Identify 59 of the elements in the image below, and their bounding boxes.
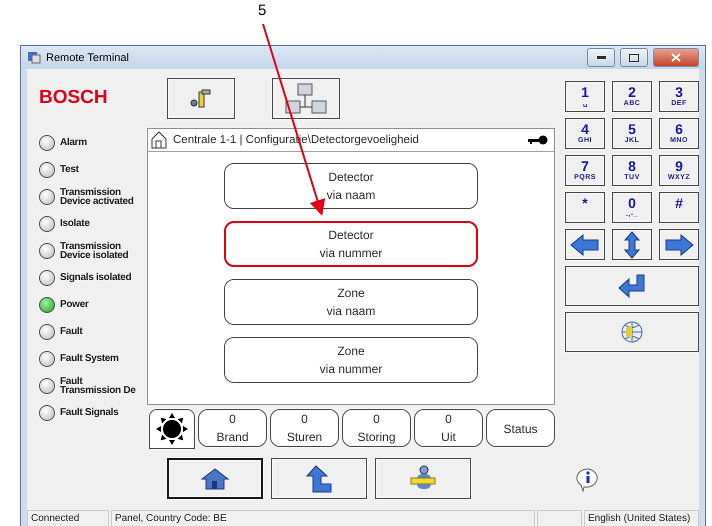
status-cell: Panel, Country Code: BE [110,510,536,526]
language-key[interactable] [565,312,699,352]
counter-button[interactable]: 0 Storing [342,409,411,447]
app-icon [27,51,41,64]
annotation-number: 5 [258,2,266,19]
counter-button[interactable]: 0 Brand [198,409,267,447]
indicator-label: Isolate [60,219,90,228]
indicator-label: Fault Transmission De [60,376,136,394]
sun-icon [155,412,189,446]
minimize-icon [596,56,606,59]
network-button[interactable] [272,78,340,119]
indicator-label: Fault [60,327,82,336]
up-arrow-icon [306,464,332,492]
globe-icon [620,320,644,344]
close-icon [671,53,681,62]
day-mode-button[interactable] [149,409,195,449]
minimize-button[interactable] [587,48,615,67]
indicator-label: Fault System [60,354,119,363]
indicator-label: Fault Signals [60,408,118,417]
left-arrow-key[interactable] [565,229,605,260]
up-button[interactable] [271,458,367,499]
right-arrow-icon [664,234,694,256]
keypad-key[interactable]: # [659,192,699,223]
indicator-label: Power [60,300,89,309]
indicator-label: Alarm [60,138,87,147]
maximize-button[interactable] [620,48,648,67]
status-panel [537,510,582,526]
status-cell: English (United States) [584,510,699,526]
counter-button[interactable]: 0 Uit [414,409,483,447]
left-arrow-icon [570,234,600,256]
menu-option[interactable]: Zone via naam [224,279,478,325]
window-title: Remote Terminal [46,52,129,64]
indicator-label: Test [60,165,79,174]
up-down-arrow-icon [624,230,640,258]
key-icon [528,135,548,145]
house-icon [200,466,230,490]
enter-key[interactable] [565,266,699,306]
menu-option[interactable]: Detector via nummer [224,221,478,267]
keypad-key[interactable]: * [565,192,605,223]
tools-icon [190,88,212,108]
counter-button[interactable]: 0 Sturen [270,409,339,447]
up-down-arrow-key[interactable] [612,229,652,260]
status-cell: Connected [27,510,109,526]
login-button[interactable] [375,458,471,499]
status-button[interactable]: Status [486,409,555,447]
right-arrow-key[interactable] [659,229,699,260]
indicator-label: Transmission Device isolated [60,242,128,260]
menu-option[interactable]: Zone via nummer [224,337,478,383]
home-button[interactable] [167,458,263,499]
close-button[interactable] [653,48,699,67]
menu-option[interactable]: Detector via naam [224,163,478,209]
network-icon [284,82,328,114]
maximize-icon [629,54,639,62]
indicator-label: Signals isolated [60,273,132,282]
home-icon[interactable] [151,131,167,149]
enter-icon [618,274,646,298]
indicator-label: Transmission Device activated [60,188,134,206]
logo: BOSCH [39,86,109,110]
tools-button[interactable] [167,78,235,119]
